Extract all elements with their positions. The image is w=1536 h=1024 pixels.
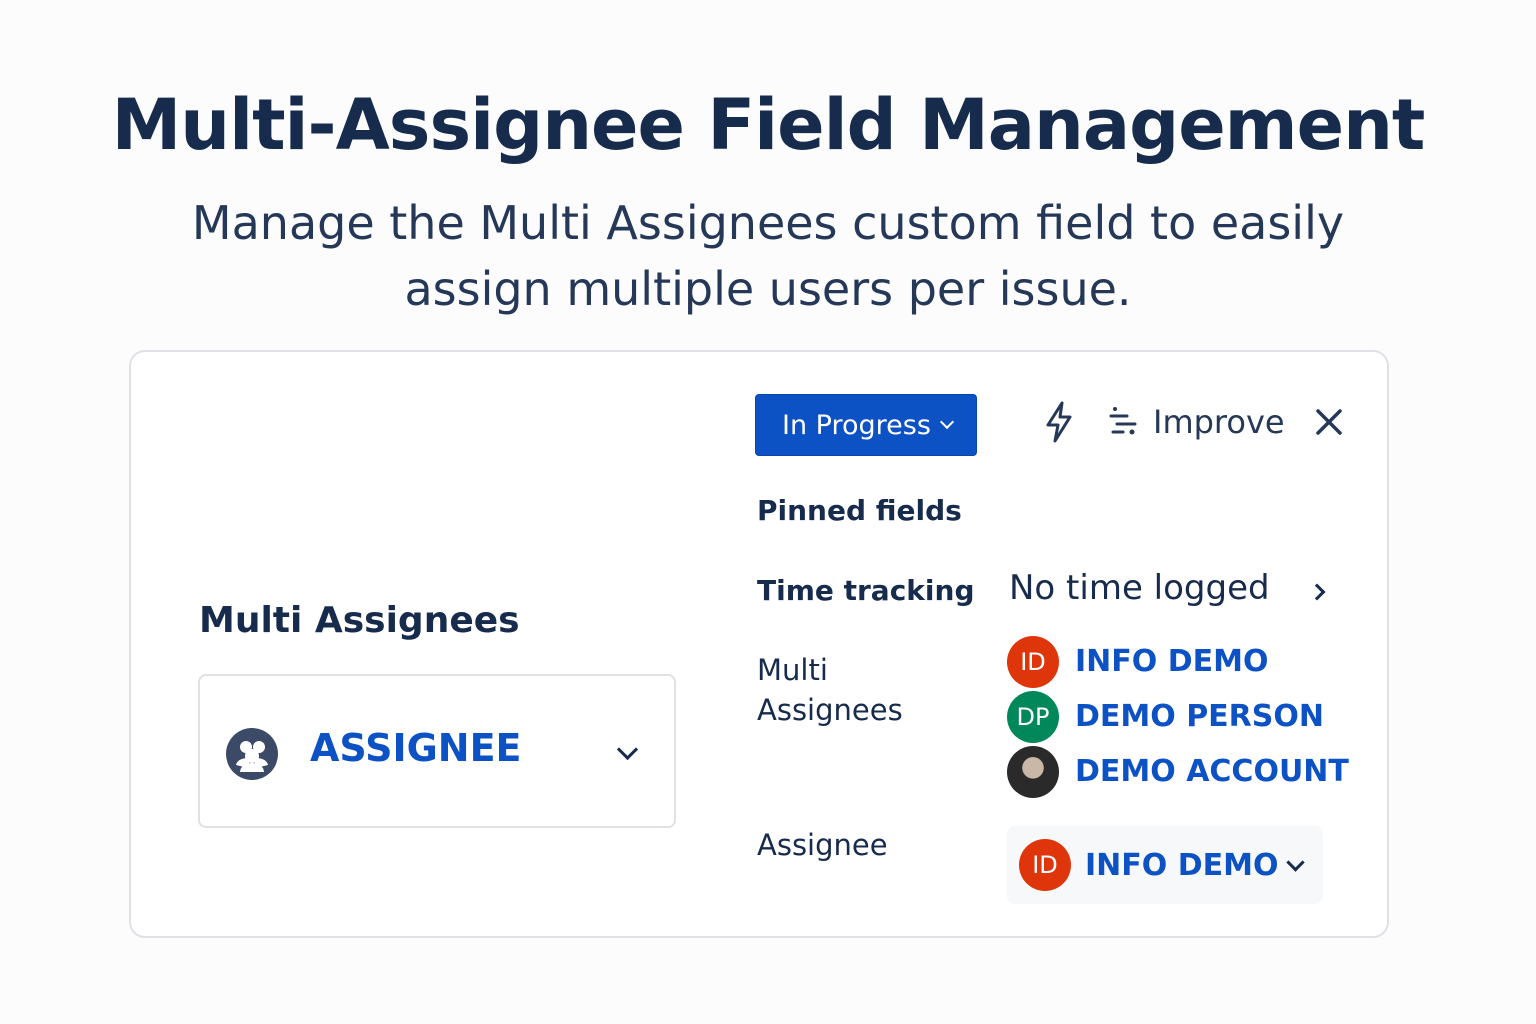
multi-assignees-list: ID INFO DEMO DP DEMO PERSON DEMO ACCOUNT	[1007, 634, 1349, 799]
user-name: INFO DEMO	[1085, 847, 1279, 883]
user-name: DEMO PERSON	[1075, 699, 1324, 734]
improve-label: Improve	[1153, 403, 1285, 441]
chevron-down-icon	[1286, 853, 1305, 872]
group-icon	[226, 728, 278, 780]
assignee-label: Assignee	[757, 828, 888, 862]
pinned-fields-heading: Pinned fields	[757, 494, 962, 527]
issue-card: Multi Assignees ASSIGNEE In Progress Imp…	[129, 350, 1389, 938]
list-item[interactable]: ID INFO DEMO	[1007, 634, 1349, 689]
bolt-icon[interactable]	[1041, 400, 1077, 444]
time-tracking-value[interactable]: No time logged	[1009, 568, 1270, 608]
close-icon[interactable]	[1311, 404, 1347, 440]
assignee-picker[interactable]: ID INFO DEMO	[1007, 826, 1323, 904]
avatar	[1007, 745, 1059, 798]
assignee-select[interactable]: ASSIGNEE	[198, 674, 676, 828]
chevron-down-icon	[616, 738, 639, 761]
status-button[interactable]: In Progress	[755, 394, 977, 456]
improve-button[interactable]: Improve	[1105, 400, 1285, 444]
list-item[interactable]: DEMO ACCOUNT	[1007, 744, 1349, 799]
chevron-down-icon	[939, 414, 955, 430]
chevron-right-icon[interactable]	[1308, 583, 1326, 601]
multi-assignees-label: Multi Assignees	[757, 653, 903, 727]
page-subtitle: Manage the Multi Assignees custom field …	[191, 196, 1345, 316]
list-item[interactable]: DP DEMO PERSON	[1007, 689, 1349, 744]
avatar: DP	[1007, 690, 1059, 743]
multi-assignees-heading: Multi Assignees	[199, 600, 520, 641]
avatar: ID	[1007, 635, 1059, 688]
assignee-select-value: ASSIGNEE	[310, 726, 522, 770]
page-title: Multi-Assignee Field Management	[111, 84, 1426, 166]
user-name: INFO DEMO	[1075, 644, 1269, 679]
time-tracking-label: Time tracking	[757, 574, 975, 607]
user-name: DEMO ACCOUNT	[1075, 754, 1349, 789]
status-button-label: In Progress	[782, 409, 931, 441]
avatar: ID	[1019, 839, 1071, 891]
sparkle-icon	[1105, 402, 1141, 442]
